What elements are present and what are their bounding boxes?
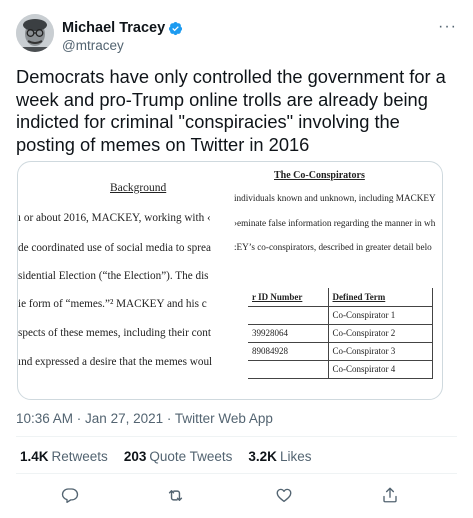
co-conspirator-table: r ID Number Defined Term Co-Conspirator … (248, 288, 433, 379)
doc-line: ›eminate false information regarding the… (234, 218, 436, 228)
verified-badge-icon (168, 21, 183, 36)
meta-separator: · (73, 411, 86, 426)
likes-label: Likes (279, 449, 312, 464)
document-page-right: The Co-Conspirators individuals known an… (234, 162, 442, 399)
doc-line: sidential Election (“the Election”). The… (18, 270, 209, 282)
doc-line: spects of these memes, including their c… (18, 327, 211, 339)
table-header-id: r ID Number (248, 288, 329, 307)
display-name[interactable]: Michael Tracey (62, 20, 165, 36)
likes-count: 3.2K (248, 449, 277, 464)
quote-tweets-count: 203 (123, 449, 147, 464)
avatar[interactable] (16, 14, 54, 52)
table-cell: 89084928 (248, 341, 329, 361)
avatar-image (16, 14, 54, 52)
tweet-media[interactable]: Background ı or about 2016, MACKEY, work… (17, 161, 443, 400)
tweet-text: Democrats have only controlled the gover… (16, 66, 446, 155)
doc-line: ınd expressed a desire that the memes wo… (18, 356, 213, 368)
tweet-stats: 1.4K Retweets 203 Quote Tweets 3.2K Likes (20, 449, 311, 464)
like-button[interactable] (269, 480, 299, 510)
tweet-card: Michael Tracey @mtracey ··· Democrats ha… (0, 0, 473, 518)
document-page-left: Background ı or about 2016, MACKEY, work… (18, 162, 234, 399)
tweet-actions (16, 480, 457, 510)
doc-line: :EY’s co-conspirators, described in grea… (234, 242, 432, 252)
doc-heading-background: Background (110, 182, 167, 194)
doc-heading-co-conspirators: The Co-Conspirators (274, 170, 365, 181)
likes-stat[interactable]: 3.2K Likes (248, 449, 311, 464)
retweets-stat[interactable]: 1.4K Retweets (20, 449, 108, 464)
name-row: Michael Tracey (62, 20, 183, 36)
doc-line: ı or about 2016, MACKEY, working with ‹ (18, 212, 211, 224)
tweet-header: Michael Tracey @mtracey ··· (16, 14, 457, 58)
table-cell: Co-Conspirator 4 (327, 359, 433, 379)
doc-line: de coordinated use of social media to sp… (18, 242, 211, 254)
retweets-count: 1.4K (20, 449, 49, 464)
share-button[interactable] (375, 480, 405, 510)
reply-button[interactable] (55, 480, 85, 510)
table-cell: Co-Conspirator 1 (327, 305, 433, 325)
table-cell: Co-Conspirator 2 (327, 323, 433, 343)
divider (16, 473, 457, 474)
retweet-button[interactable] (160, 480, 190, 510)
table-cell: Co-Conspirator 3 (327, 341, 433, 361)
user-handle[interactable]: @mtracey (62, 38, 124, 53)
table-row: 89084928 Co-Conspirator 3 (248, 341, 433, 361)
table-row: Co-Conspirator 4 (248, 359, 433, 379)
retweet-icon (168, 489, 182, 501)
more-options-icon[interactable]: ··· (438, 18, 457, 36)
meta-separator: · (163, 411, 175, 426)
table-cell (248, 305, 329, 325)
tweet-client[interactable]: Twitter Web App (175, 411, 273, 426)
table-cell (248, 359, 329, 379)
quote-tweets-stat[interactable]: 203 Quote Tweets (124, 449, 233, 464)
retweets-label: Retweets (51, 449, 108, 464)
table-cell: 39928064 (248, 323, 329, 343)
table-row: Co-Conspirator 1 (248, 305, 433, 325)
tweet-time[interactable]: 10:36 AM (16, 411, 73, 426)
reply-icon (61, 488, 79, 503)
table-row: 39928064 Co-Conspirator 2 (248, 323, 433, 343)
divider (16, 436, 457, 437)
table-header-term: Defined Term (327, 288, 433, 307)
table-header-row: r ID Number Defined Term (248, 288, 433, 307)
doc-line: ie form of “memes.”² MACKEY and his c (18, 298, 207, 310)
share-icon (383, 487, 397, 503)
doc-line: individuals known and unknown, including… (234, 193, 436, 203)
like-icon (276, 488, 292, 503)
tweet-date[interactable]: Jan 27, 2021 (85, 411, 163, 426)
quote-tweets-label: Quote Tweets (149, 449, 233, 464)
tweet-meta: 10:36 AM · Jan 27, 2021 · Twitter Web Ap… (16, 411, 273, 426)
